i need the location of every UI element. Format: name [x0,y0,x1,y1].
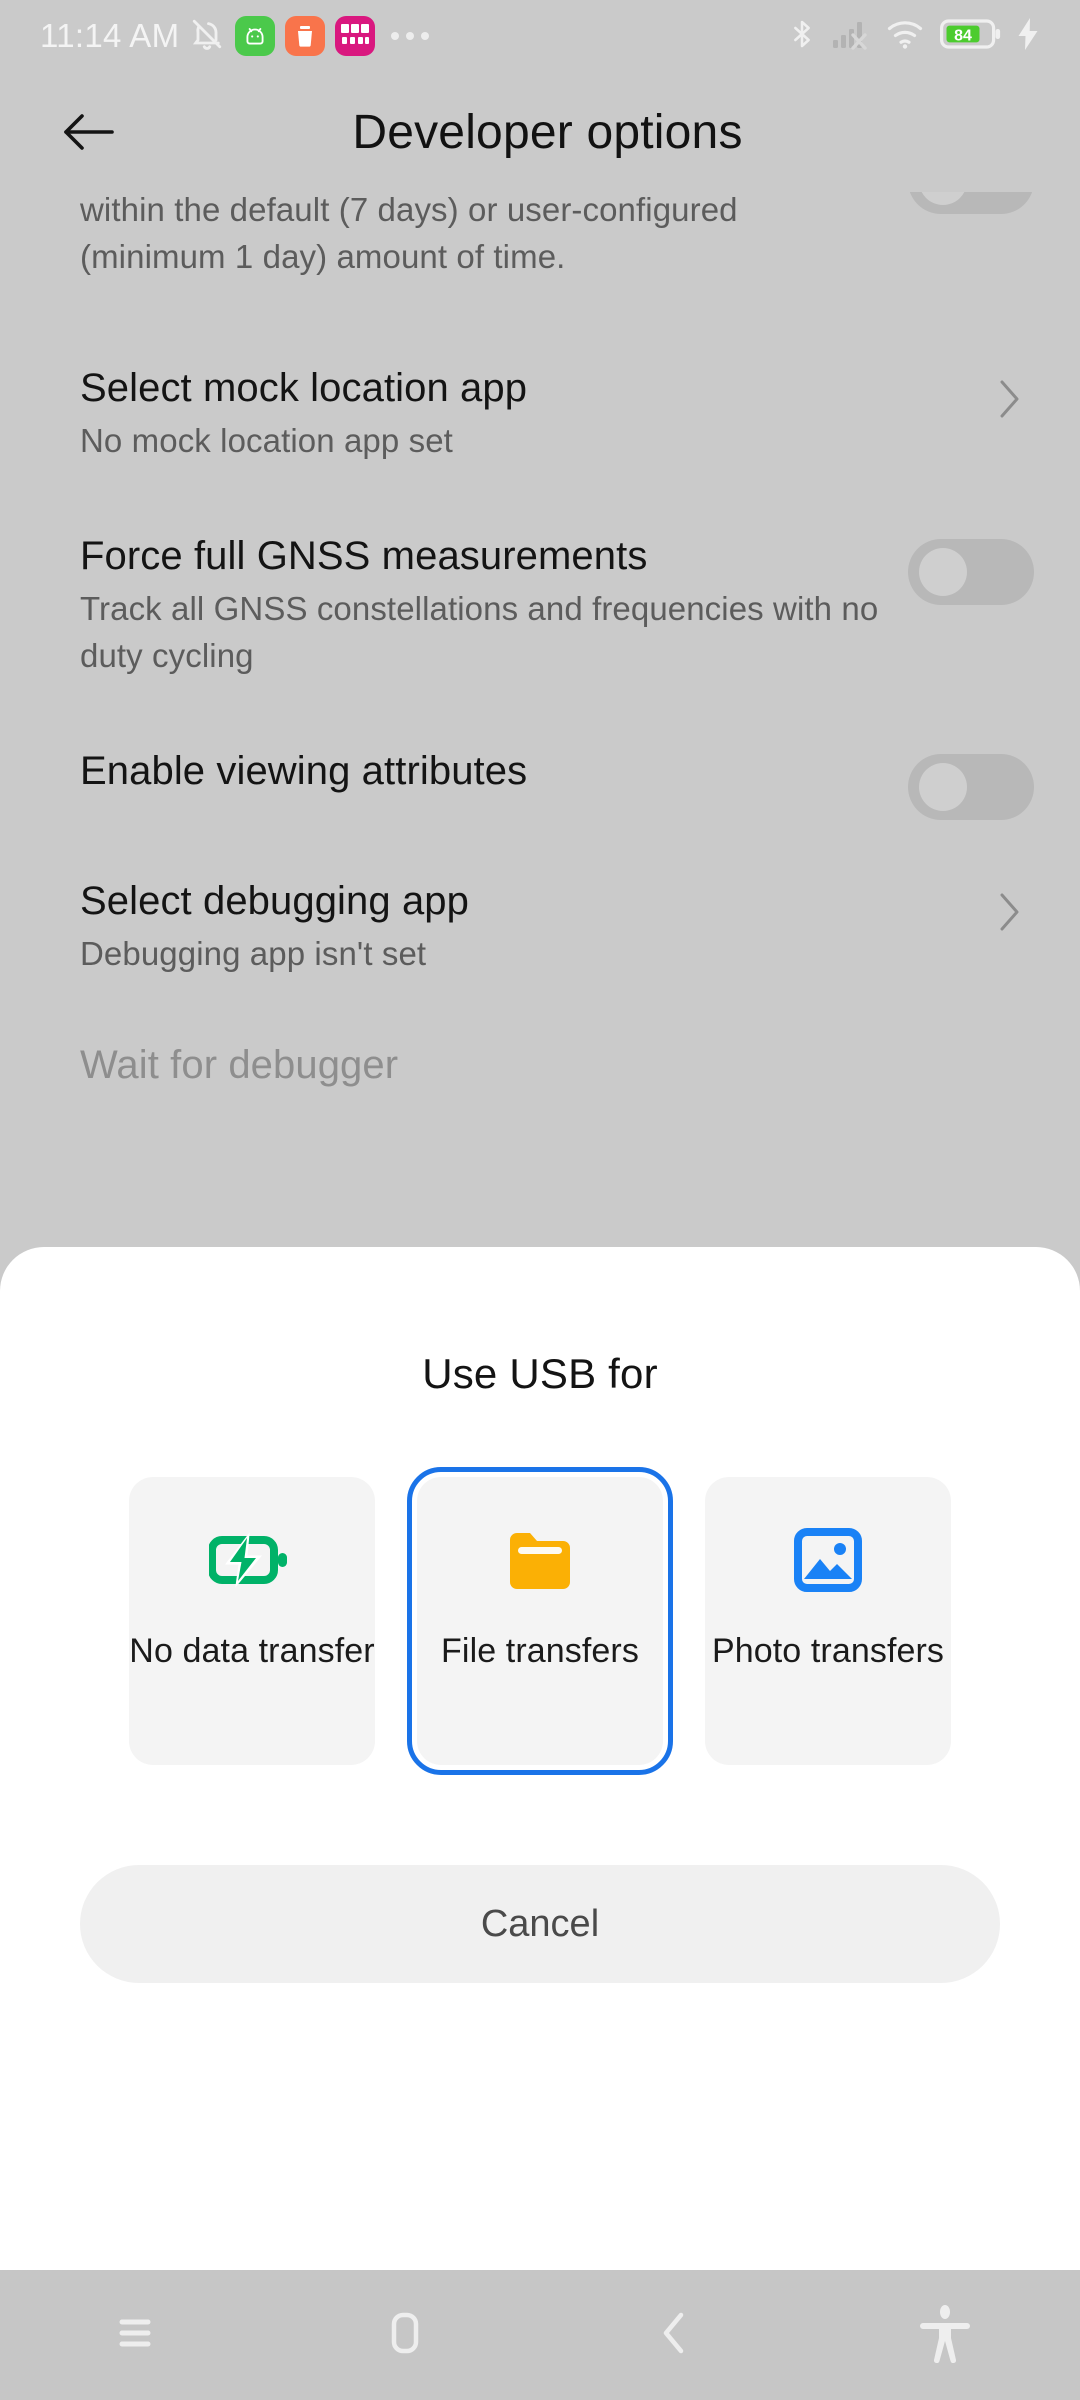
page-title: Developer options [352,105,743,159]
setting-subtitle: Debugging app isn't set [80,934,427,972]
status-bar-left: 11:14 AM [40,16,430,57]
list-item[interactable]: Force full GNSS measurements Track all G… [0,531,1080,680]
usb-preference-dialog: Use USB for No data transfer File transf… [0,1247,1080,2270]
setting-toggle[interactable] [908,753,1034,820]
accessibility-person-icon [918,2303,972,2368]
list-item[interactable]: Wait for debugger [0,1040,1080,1091]
setting-subtitle: authorizations for systems that have not… [80,192,738,275]
status-bar: 11:14 AM 84 [0,0,1080,72]
list-item[interactable]: Enable viewing attributes [0,746,1080,820]
charging-bolt-icon [1016,17,1040,56]
setting-text: Wait for debugger [80,1040,1034,1091]
usb-option-no-data-transfer[interactable]: No data transfer [119,1467,385,1775]
setting-text: Select debugging app Debugging app isn't… [80,876,984,978]
phone-screen: 11:14 AM 84 Developer options within the… [0,0,1080,2400]
app-trash-icon [285,16,326,56]
menu-lines-icon [112,2312,158,2359]
setting-title: Enable viewing attributes [80,748,528,793]
setting-text: Select mock location app No mock locatio… [80,363,984,465]
dialog-title: Use USB for [422,1350,658,1397]
status-bar-right: 84 [786,16,1040,57]
chevron-left-icon [657,2307,693,2364]
back-arrow-icon[interactable] [35,77,145,187]
battery-icon: 84 [940,17,1002,56]
toggle-knob [919,762,967,811]
setting-title: Select mock location app [80,365,528,410]
setting-text: Force full GNSS measurements Track all G… [80,531,908,680]
bluetooth-icon [786,16,818,57]
setting-title: Select debugging app [80,878,469,923]
list-item[interactable]: Select mock location app No mock locatio… [0,363,1080,465]
app-vip-icon [335,16,376,56]
usb-option-photo-transfers[interactable]: Photo transfers [695,1467,961,1775]
usb-option-list: No data transfer File transfers Photo tr… [0,1467,1080,1775]
option-card: File transfers [417,1477,663,1765]
option-card: No data transfer [129,1477,375,1765]
setting-text: authorizations for systems that have not… [80,192,908,281]
battery-charging-icon [209,1519,295,1601]
recents-button[interactable] [0,2270,270,2400]
cancel-button[interactable]: Cancel [80,1865,1000,1983]
overflow-dots-icon [391,32,430,40]
cellular-no-service-icon [832,17,872,56]
home-rounded-icon [382,2307,428,2364]
setting-subtitle: Track all GNSS constellations and freque… [80,589,879,674]
chevron-right-icon [984,377,1034,421]
image-icon [793,1519,863,1601]
battery-level-text: 84 [954,27,972,44]
setting-toggle[interactable] [908,192,1034,214]
back-button[interactable] [540,2270,810,2400]
option-label: Photo transfers [711,1632,945,1670]
option-card: Photo transfers [705,1477,951,1765]
accessibility-button[interactable] [810,2270,1080,2400]
setting-title: Wait for debugger [80,1042,399,1087]
app-bar: Developer options [0,72,1080,192]
toggle-knob [919,547,967,596]
list-item[interactable]: Select debugging app Debugging app isn't… [0,876,1080,978]
setting-text: Enable viewing attributes [80,746,908,797]
wifi-icon [886,17,926,56]
setting-title: Force full GNSS measurements [80,533,648,578]
option-label: File transfers [441,1632,639,1670]
setting-subtitle: No mock location app set [80,421,453,459]
settings-list[interactable]: authorizations for systems that have not… [0,192,1080,1402]
usb-option-file-transfers[interactable]: File transfers [407,1467,673,1775]
bell-off-icon [189,16,225,57]
system-navigation-bar [0,2270,1080,2400]
status-clock: 11:14 AM [40,17,180,54]
home-button[interactable] [270,2270,540,2400]
app-android-icon [235,16,276,56]
chevron-right-icon [984,890,1034,934]
toggle-knob [919,192,967,205]
option-label: No data transfer [129,1632,375,1670]
list-item[interactable]: authorizations for systems that have not… [0,192,1080,281]
folder-icon [504,1519,576,1601]
setting-toggle[interactable] [908,538,1034,605]
